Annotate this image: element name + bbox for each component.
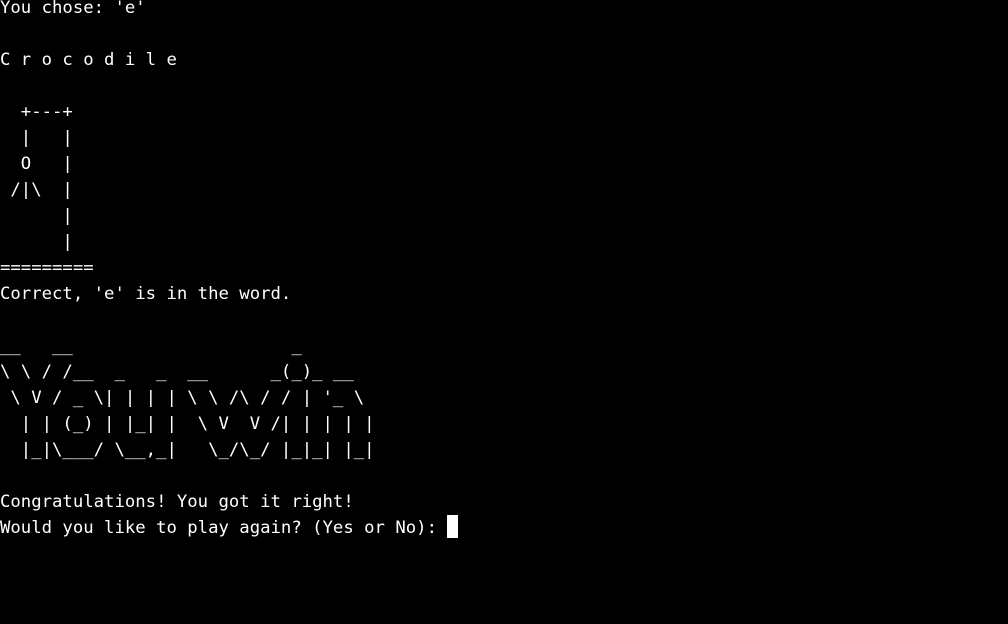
- hangman-gallows-base: =========: [0, 258, 94, 278]
- terminal-window[interactable]: You chose: 'e' C r o c o d i l e +---+ |…: [0, 0, 1008, 541]
- word-display: C r o c o d i l e: [0, 50, 177, 70]
- hangman-art-line: O |: [0, 154, 73, 174]
- hangman-art-line: /|\ |: [0, 180, 73, 200]
- hangman-art-line: | |: [0, 128, 73, 148]
- chosen-letter-line: You chose: 'e': [0, 0, 146, 18]
- win-banner-line: \ V / _ \| | | | \ \ /\ / / | '_ \: [0, 388, 365, 408]
- win-banner-line: __ __ _: [0, 336, 302, 356]
- win-banner-line: |_|\___/ \__,_| \_/\_/ |_|_| |_|: [0, 440, 375, 460]
- hangman-art-line: |: [0, 206, 73, 226]
- win-banner-line: | | (_) | |_| | \ V V /| | | | |: [0, 414, 375, 434]
- result-message: Correct, 'e' is in the word.: [0, 284, 292, 304]
- play-again-prompt-line[interactable]: Would you like to play again? (Yes or No…: [0, 515, 1008, 541]
- win-banner-line: \ \ / /__ _ _ __ _(_)_ __: [0, 362, 354, 382]
- hangman-art-line: +---+: [0, 102, 73, 122]
- text-cursor: [447, 515, 459, 538]
- play-again-prompt: Would you like to play again? (Yes or No…: [0, 518, 448, 538]
- congratulations-message: Congratulations! You got it right!: [0, 492, 354, 512]
- hangman-art-line: |: [0, 232, 73, 252]
